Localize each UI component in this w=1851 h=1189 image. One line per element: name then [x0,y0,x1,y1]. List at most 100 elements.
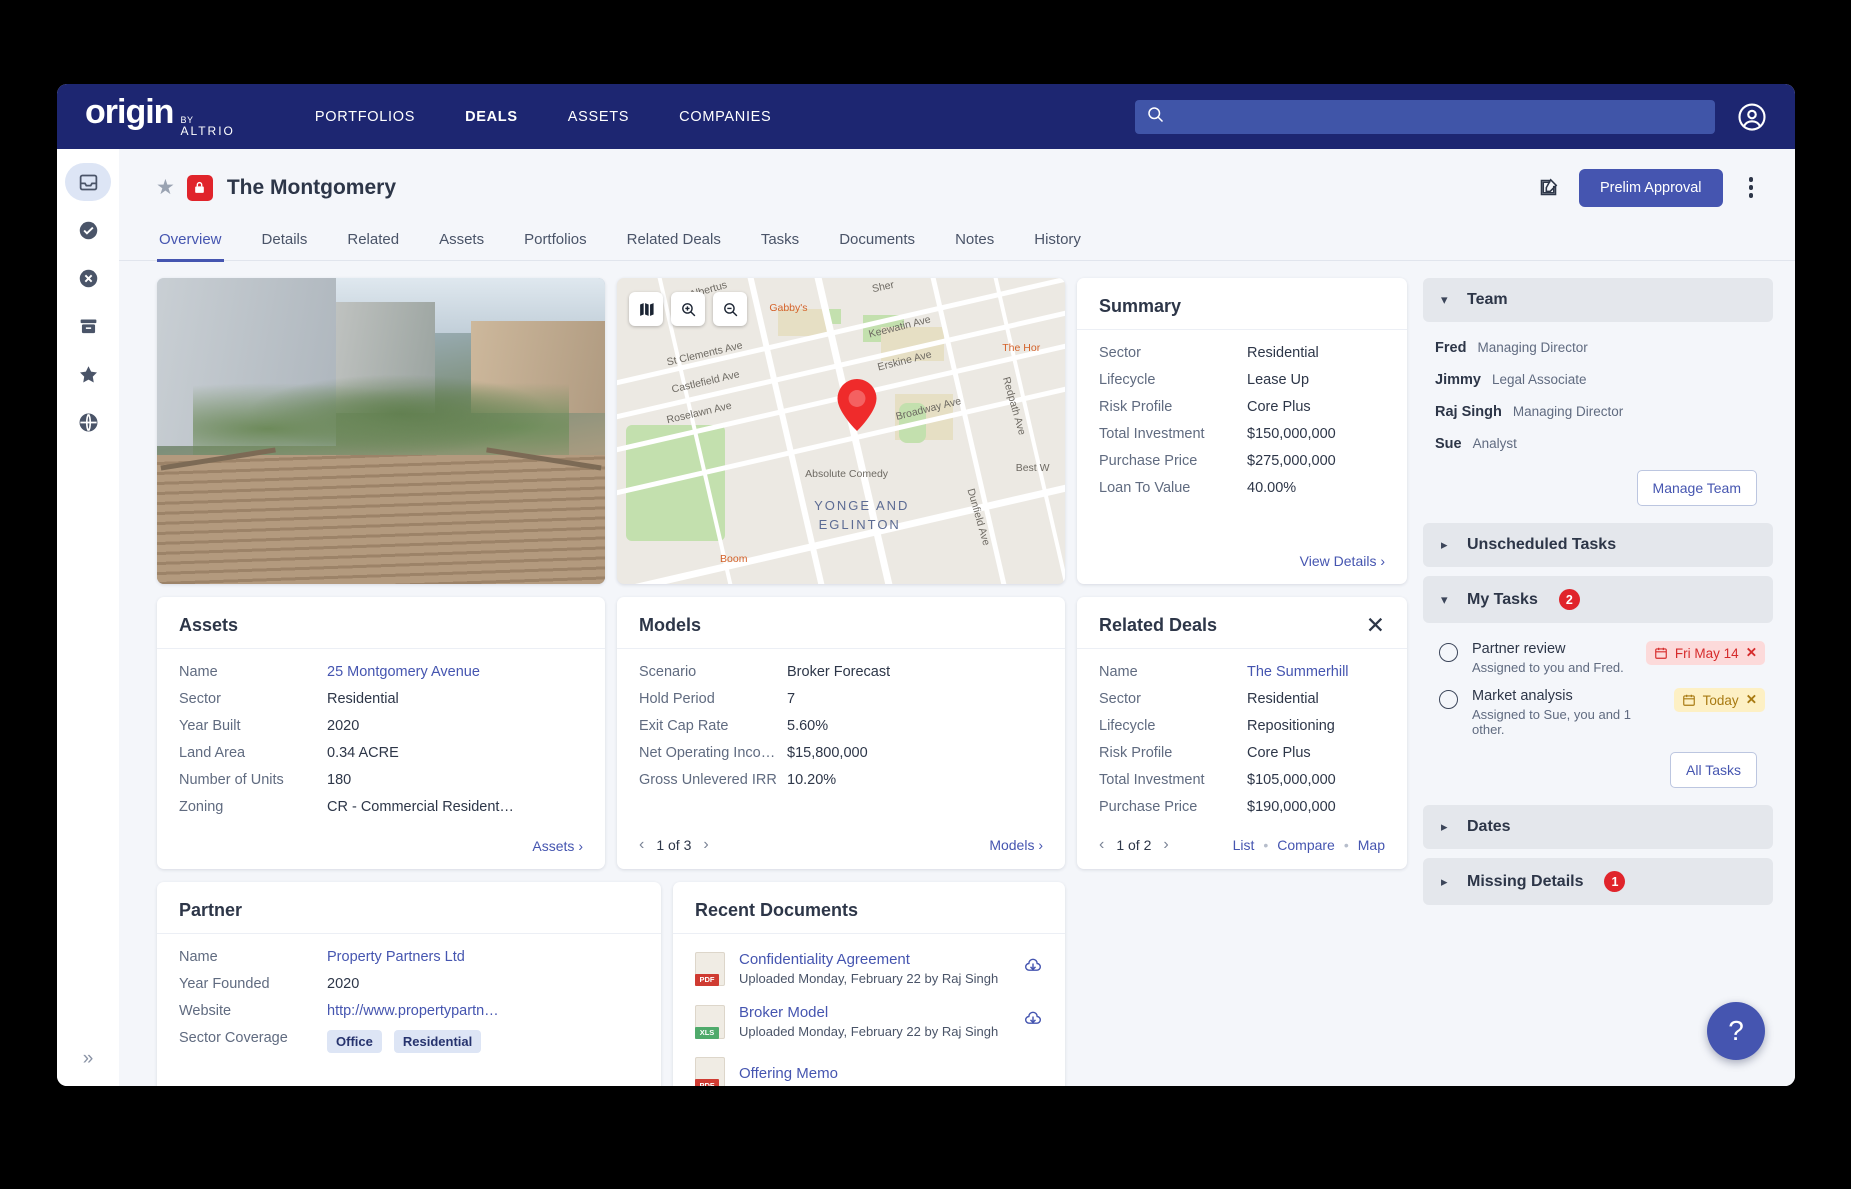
more-options-icon[interactable] [1743,173,1760,202]
prelim-approval-button[interactable]: Prelim Approval [1578,168,1723,207]
field-value: Residential [1247,691,1319,707]
partner-card: Partner Name Property Partners Ltd Year … [157,882,661,1086]
download-icon[interactable] [1023,1009,1043,1034]
accordion-unscheduled-tasks[interactable]: ▸ Unscheduled Tasks [1423,523,1773,567]
field-value: 7 [787,691,796,707]
rail-item-rejected[interactable] [65,259,111,297]
map-layers-button[interactable] [629,292,663,326]
partner-name-link[interactable]: Property Partners Ltd [327,949,465,965]
sector-chip-office[interactable]: Office [327,1030,382,1053]
search-input[interactable] [1173,108,1704,125]
models-prev-button[interactable]: ‹ [639,836,644,854]
field-label: Risk Profile [1099,399,1173,415]
nav-link-deals[interactable]: DEALS [463,103,520,131]
rail-item-favorites[interactable] [65,355,111,393]
all-tasks-button[interactable]: All Tasks [1670,752,1757,788]
partner-website-link[interactable]: http://www.propertypartn… [327,1003,499,1019]
tab-tasks[interactable]: Tasks [759,223,801,262]
document-list-item[interactable]: PDF Confidentiality Agreement Uploaded M… [695,942,1043,995]
tab-documents[interactable]: Documents [837,223,917,262]
task-due-pill[interactable]: Fri May 14 ✕ [1645,641,1765,665]
sector-chip-residential[interactable]: Residential [393,1030,482,1053]
help-button[interactable]: ? [1707,1002,1765,1060]
tab-assets[interactable]: Assets [437,223,486,262]
task-due-label: Today [1702,692,1739,708]
related-deals-next-button[interactable]: › [1163,836,1168,854]
task-complete-radio[interactable] [1439,690,1458,709]
rail-item-archive[interactable] [65,307,111,345]
accordion-missing-details[interactable]: ▸ Missing Details 1 [1423,858,1773,905]
summary-card: Summary Sector Residential Lifecycle Lea… [1077,278,1407,584]
document-list-item[interactable]: PDF Offering Memo [695,1048,1043,1086]
related-deals-compare-link[interactable]: Compare [1277,837,1335,853]
tab-history[interactable]: History [1032,223,1083,262]
team-member: Sue Analyst [1435,436,1765,452]
download-icon[interactable] [1023,956,1043,981]
property-map[interactable]: Albertus Gabby's Sher Keewatin Ave The Hor St… [617,278,1065,584]
field-label: Lifecycle [1099,372,1156,388]
map-zoom-in-button[interactable] [671,292,705,326]
rail-item-inbox[interactable] [65,163,111,201]
accordion-my-tasks[interactable]: ▾ My Tasks 2 [1423,576,1773,623]
favorite-star-icon[interactable]: ★ [156,175,175,200]
field-value: 40.00% [1247,480,1297,496]
task-due-pill[interactable]: Today ✕ [1673,688,1765,712]
partner-row: Year Founded 2020 [179,976,639,992]
nav-link-companies[interactable]: COMPANIES [677,103,773,131]
remove-due-date-icon[interactable]: ✕ [1746,645,1757,661]
models-row: Net Operating Inco… $15,800,000 [639,745,1043,761]
field-label: Purchase Price [1099,799,1198,815]
expand-sidebar-button[interactable]: » [57,1048,119,1070]
member-name: Fred [1435,340,1467,356]
chevron-right-icon: ▸ [1441,873,1448,889]
field-value: 2020 [327,976,360,992]
accordion-title: Missing Details [1467,872,1584,890]
assets-row: Name 25 Montgomery Avenue [179,664,583,680]
tab-related[interactable]: Related [345,223,401,262]
assets-link[interactable]: Assets › [532,838,583,854]
document-name-link[interactable]: Confidentiality Agreement [739,951,910,968]
document-name-link[interactable]: Broker Model [739,1004,828,1021]
edit-icon[interactable] [1538,177,1559,198]
asset-name-link[interactable]: 25 Montgomery Avenue [327,664,480,680]
map-zoom-out-button[interactable] [713,292,747,326]
related-deals-prev-button[interactable]: ‹ [1099,836,1104,854]
accordion-team[interactable]: ▾ Team [1423,278,1773,322]
app-logo[interactable]: origin BY ALTRIO [85,95,235,138]
accordion-dates[interactable]: ▸ Dates [1423,805,1773,849]
nav-link-assets[interactable]: ASSETS [566,103,631,131]
task-complete-radio[interactable] [1439,643,1458,662]
field-value: $150,000,000 [1247,426,1336,442]
rail-item-approved[interactable] [65,211,111,249]
related-deals-list-link[interactable]: List [1233,837,1255,853]
close-icon[interactable]: ✕ [1366,614,1385,637]
tab-portfolios[interactable]: Portfolios [522,223,589,262]
view-details-link[interactable]: View Details › [1300,553,1385,569]
task-item[interactable]: Market analysis Assigned to Sue, you and… [1435,688,1765,737]
models-next-button[interactable]: › [703,836,708,854]
models-link[interactable]: Models › [989,837,1043,853]
summary-row: Loan To Value 40.00% [1099,480,1385,496]
field-label: Lifecycle [1099,718,1156,734]
rail-item-global[interactable] [65,403,111,441]
document-name-link[interactable]: Offering Memo [739,1065,838,1082]
related-deal-link[interactable]: The Summerhill [1247,664,1349,680]
tab-overview[interactable]: Overview [157,223,224,262]
main-content: ★ The Montgomery Prelim Approval Overvie… [119,149,1795,1086]
account-avatar-button[interactable] [1737,102,1767,132]
logo-brand-text: ALTRIO [180,124,235,139]
field-label: Year Founded [179,976,270,992]
remove-due-date-icon[interactable]: ✕ [1746,692,1757,708]
global-search[interactable] [1135,99,1715,134]
document-list-item[interactable]: XLS Broker Model Uploaded Monday, Februa… [695,995,1043,1048]
tab-notes[interactable]: Notes [953,223,996,262]
tab-related-deals[interactable]: Related Deals [625,223,723,262]
tab-details[interactable]: Details [260,223,310,262]
summary-row: Risk Profile Core Plus [1099,399,1385,415]
member-name: Raj Singh [1435,404,1502,420]
related-deals-map-link[interactable]: Map [1358,837,1385,853]
nav-link-portfolios[interactable]: PORTFOLIOS [313,103,417,131]
manage-team-button[interactable]: Manage Team [1636,470,1757,506]
task-item[interactable]: Partner review Assigned to you and Fred.… [1435,641,1765,675]
pdf-file-icon: PDF [695,951,725,986]
